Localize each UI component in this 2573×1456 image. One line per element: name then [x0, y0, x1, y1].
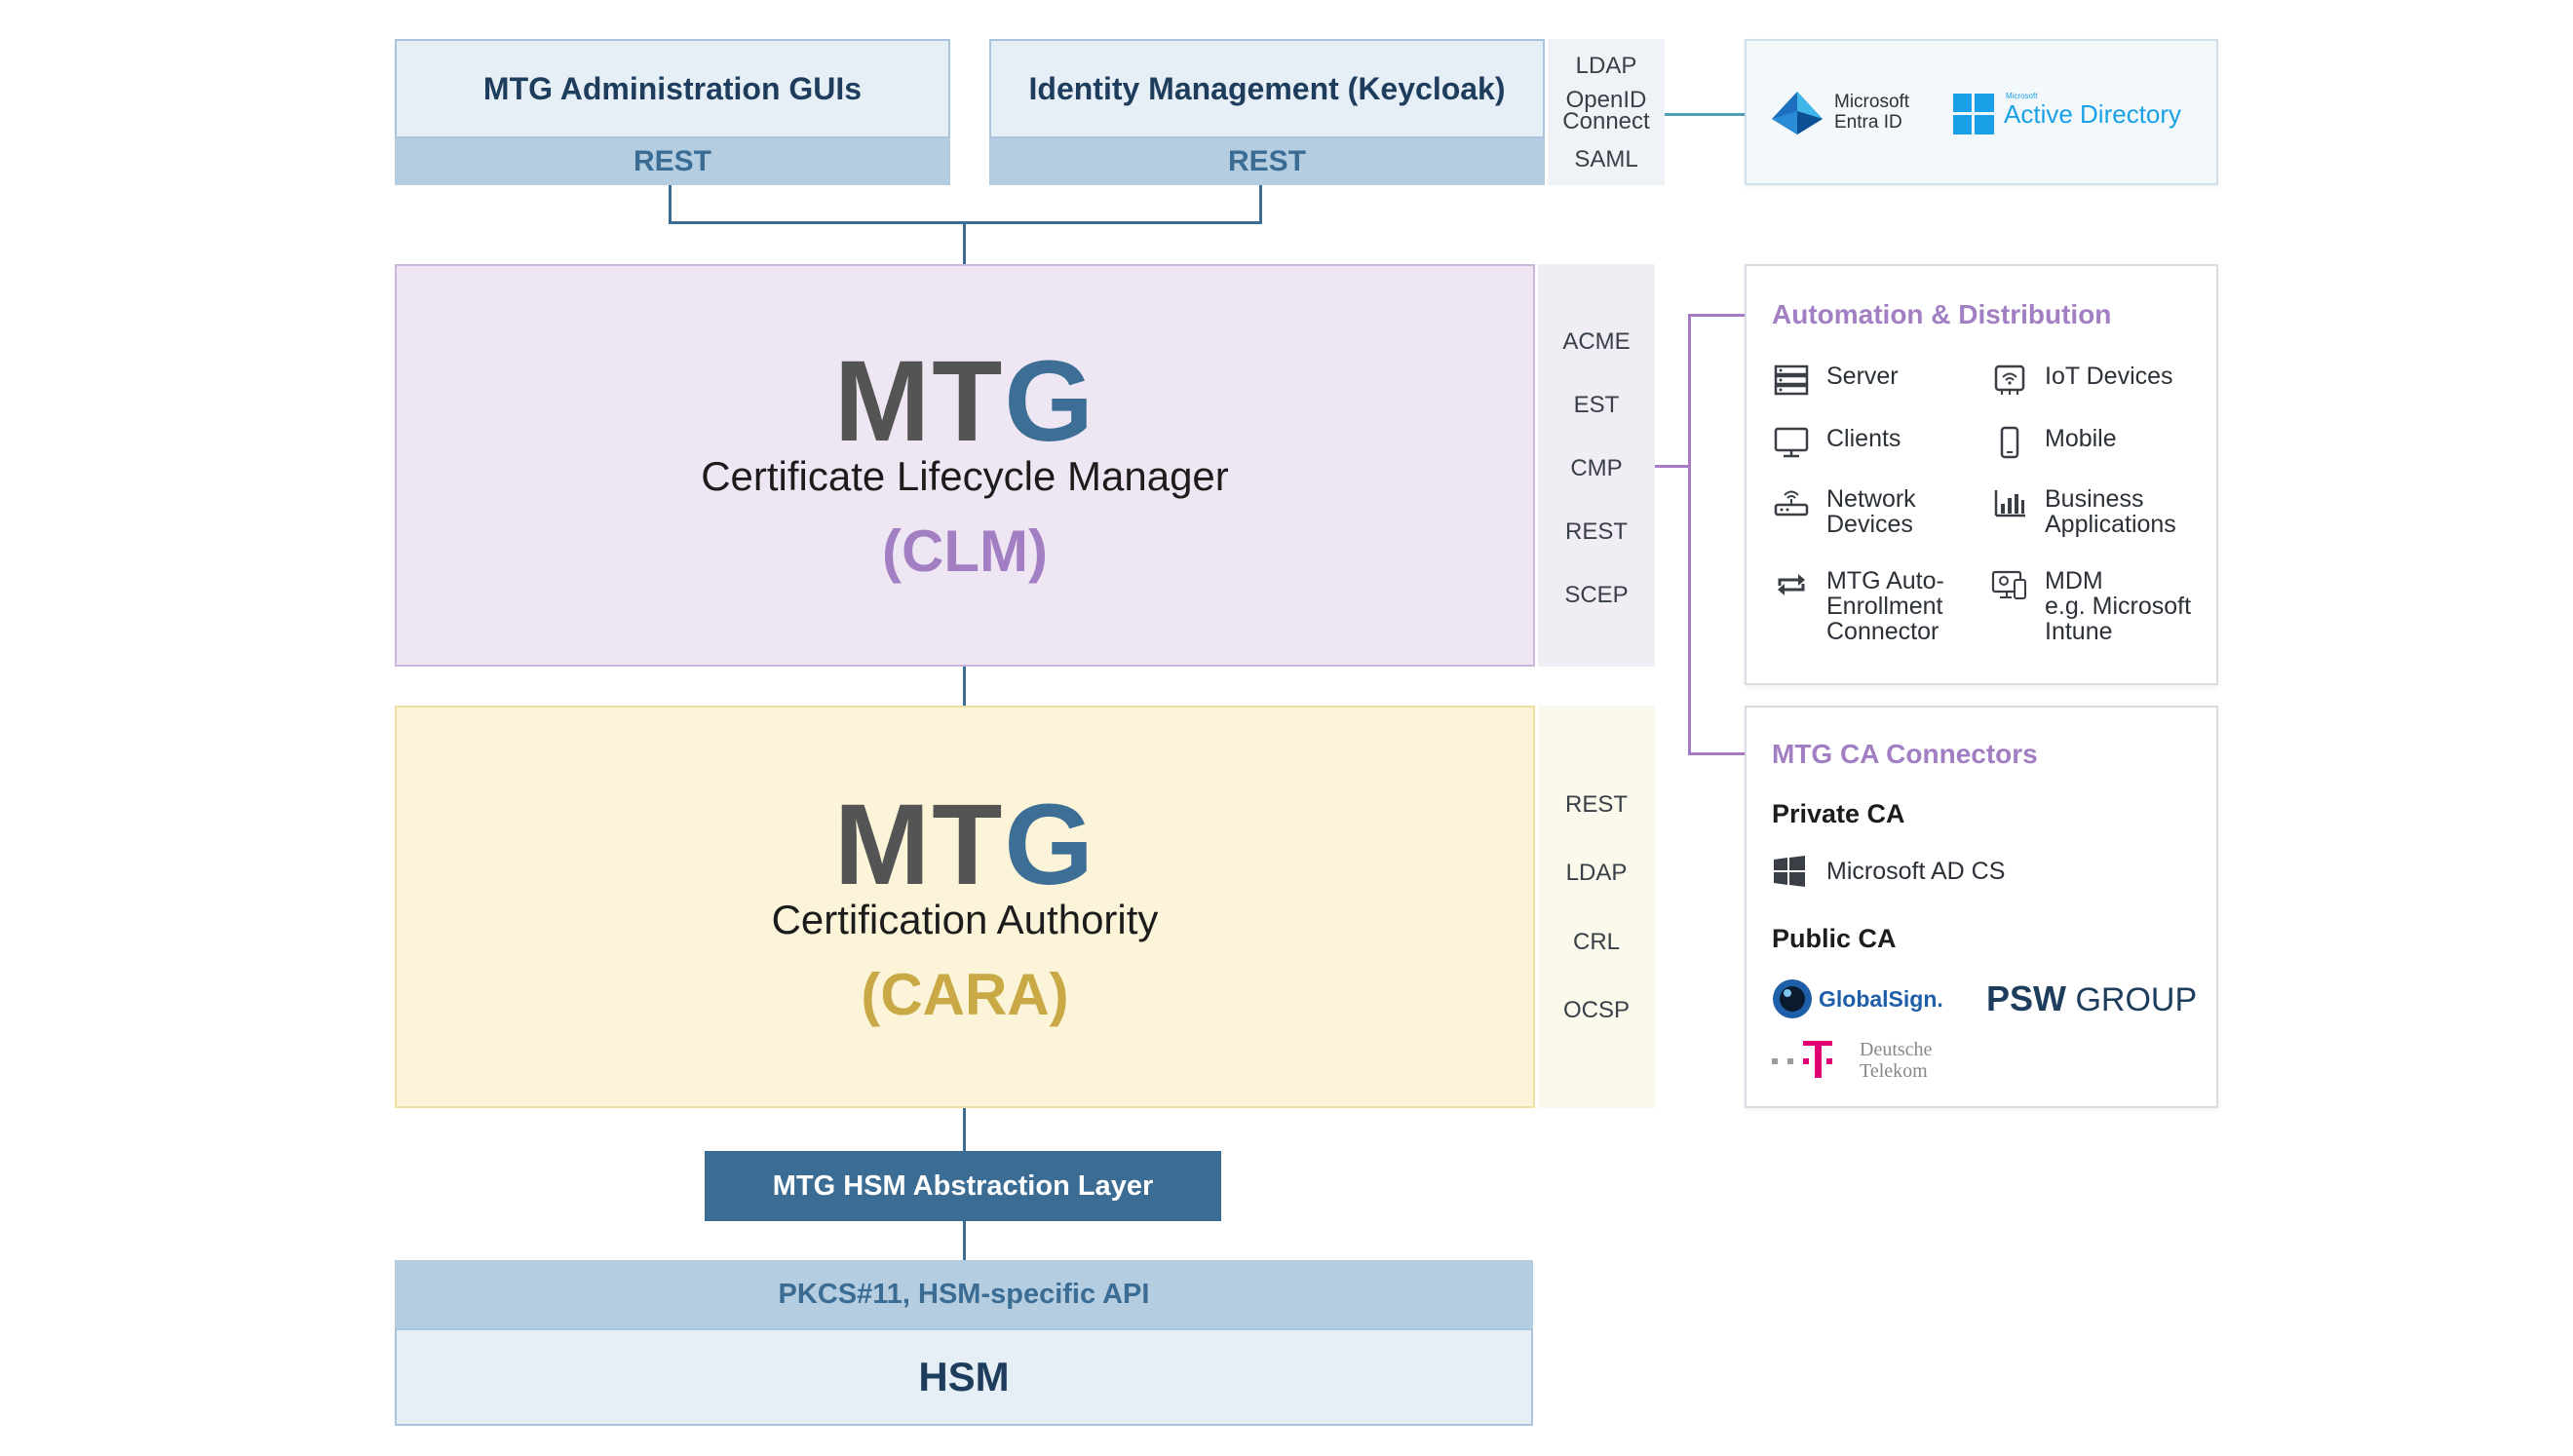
clm-protocol-acme: ACME — [1562, 328, 1631, 355]
psw-group-rest: GROUP — [2066, 981, 2198, 1018]
clm-bracket-horizontal — [1655, 465, 1690, 468]
cara-protocol-strip: REST LDAP CRL OCSP — [1538, 706, 1655, 1108]
protocol-openid-connect: OpenID Connect — [1562, 87, 1650, 134]
bracket-to-automation — [1688, 314, 1745, 317]
automation-item-label: Business Applications — [2045, 485, 2176, 538]
cara-box: MTG Certification Authority (CARA) — [395, 706, 1535, 1108]
hsm-abstraction-label: MTG HSM Abstraction Layer — [772, 1169, 1154, 1202]
clm-box: MTG Certificate Lifecycle Manager (CLM) — [395, 264, 1535, 667]
admin-gui-box: MTG Administration GUIs — [395, 39, 950, 138]
microsoft-ad-cs-label: Microsoft AD CS — [1826, 858, 2006, 885]
protocol-ldap: LDAP — [1575, 53, 1637, 79]
automation-item-label: Mobile — [2045, 425, 2117, 452]
ca-connectors-title: MTG CA Connectors — [1772, 739, 2038, 769]
cara-protocol-rest: REST — [1564, 791, 1628, 818]
admin-gui-title: MTG Administration GUIs — [482, 70, 863, 106]
hsm-api-label: PKCS#11, HSM-specific API — [778, 1278, 1150, 1310]
windows-logo-icon — [1953, 94, 1994, 134]
automation-item-mobile: Mobile — [1990, 426, 2117, 459]
automation-item-clients: Clients — [1772, 426, 1901, 459]
identity-management-title: Identity Management (Keycloak) — [1028, 70, 1506, 106]
ca-connectors-panel: MTG CA Connectors Private CA Microsoft A… — [1745, 706, 2218, 1108]
identity-protocol-strip: LDAP OpenID Connect SAML — [1548, 39, 1665, 185]
clm-protocol-cmp: CMP — [1570, 455, 1623, 481]
protocol-saml: SAML — [1574, 146, 1638, 172]
hsm-api-bar: PKCS#11, HSM-specific API — [395, 1260, 1533, 1328]
cara-protocol-crl: CRL — [1572, 929, 1620, 955]
automation-panel-title: Automation & Distribution — [1772, 299, 2112, 329]
bracket-to-ca-connectors — [1688, 752, 1745, 755]
admin-gui-rest-label: REST — [633, 145, 711, 177]
identity-rest-label: REST — [1227, 145, 1306, 177]
automation-item-business-applications: Business Applications — [1990, 486, 2176, 537]
entra-id-icon — [1772, 92, 1823, 134]
admin-rest-connector — [669, 185, 672, 224]
hsm-title: HSM — [918, 1354, 1010, 1399]
identity-rest-bar: REST — [989, 138, 1545, 185]
cara-protocol-ocsp: OCSP — [1562, 997, 1630, 1023]
directory-services-box: Microsoft Entra ID Microsoft Active Dire… — [1745, 39, 2218, 185]
hsm-abstraction-layer: MTG HSM Abstraction Layer — [705, 1151, 1221, 1221]
psw-group-bold: PSW — [1986, 978, 2067, 1018]
identity-rest-connector — [1259, 185, 1262, 224]
automation-item-label: MTG Auto- Enrollment Connector — [1826, 567, 1944, 645]
telekom-label: Deutsche Telekom — [1860, 1039, 1933, 1082]
clm-bracket-vertical — [1688, 314, 1691, 755]
bar-chart-icon — [1994, 490, 2025, 517]
automation-item-label: Clients — [1826, 425, 1901, 452]
hsm-box: HSM — [395, 1328, 1533, 1426]
cara-subtitle: Certification Authority — [771, 897, 1159, 942]
sync-arrows-icon — [1778, 574, 1805, 595]
windows-logo-icon — [1774, 856, 1805, 887]
clm-subtitle: Certificate Lifecycle Manager — [701, 453, 1229, 499]
top-to-clm-connector — [963, 221, 966, 264]
automation-distribution-panel: Automation & Distribution Server IoT Dev… — [1745, 264, 2218, 685]
automation-item-mdm: MDM e.g. Microsoft Intune — [1990, 568, 2191, 644]
clm-protocol-strip: ACME EST CMP REST SCEP — [1538, 264, 1655, 667]
automation-item-network-devices: Network Devices — [1772, 486, 1916, 537]
private-ca-heading: Private CA — [1772, 799, 1905, 828]
telekom-logo-icon — [1772, 1041, 1832, 1078]
cara-mtg-logo: MTG — [833, 781, 1096, 909]
automation-item-server: Server — [1772, 364, 1899, 397]
globalsign-label: GlobalSign. — [1819, 986, 1943, 1012]
automation-item-label: Network Devices — [1826, 485, 1916, 538]
clients-monitor-icon — [1774, 427, 1809, 458]
hsm-layer-to-hsm-connector — [963, 1221, 966, 1260]
network-router-icon — [1774, 490, 1809, 517]
clm-protocol-scep: SCEP — [1564, 582, 1629, 608]
automation-item-auto-enrollment: MTG Auto- Enrollment Connector — [1772, 568, 1944, 644]
automation-item-label: MDM e.g. Microsoft Intune — [2045, 567, 2192, 645]
active-directory-label: Active Directory — [2004, 99, 2182, 129]
clm-mtg-logo: MTG — [833, 337, 1096, 466]
clm-abbreviation: (CLM) — [882, 518, 1048, 584]
admin-gui-rest-bar: REST — [395, 138, 950, 185]
automation-item-label: Server — [1826, 363, 1899, 390]
public-ca-heading: Public CA — [1772, 924, 1897, 953]
automation-item-label: IoT Devices — [2045, 363, 2173, 390]
server-icon — [1774, 364, 1809, 396]
entra-id-label: Microsoft Entra ID — [1834, 92, 1910, 133]
cara-abbreviation: (CARA) — [861, 962, 1069, 1027]
mobile-phone-icon — [2000, 426, 2019, 459]
clm-protocol-est: EST — [1573, 392, 1620, 418]
identity-management-box: Identity Management (Keycloak) — [989, 39, 1545, 138]
clm-protocol-rest: REST — [1564, 518, 1628, 545]
cara-protocol-ldap: LDAP — [1565, 860, 1628, 886]
directory-connector-line — [1665, 113, 1745, 116]
iot-devices-icon — [1994, 364, 2025, 395]
mdm-devices-icon — [1991, 570, 2026, 599]
globalsign-logo-icon — [1773, 979, 1812, 1018]
automation-item-iot-devices: IoT Devices — [1990, 364, 2173, 397]
clm-to-cara-connector — [963, 667, 966, 706]
cara-to-hsm-layer-connector — [963, 1108, 966, 1151]
psw-group-logo: PSW GROUP — [1986, 978, 2197, 1019]
